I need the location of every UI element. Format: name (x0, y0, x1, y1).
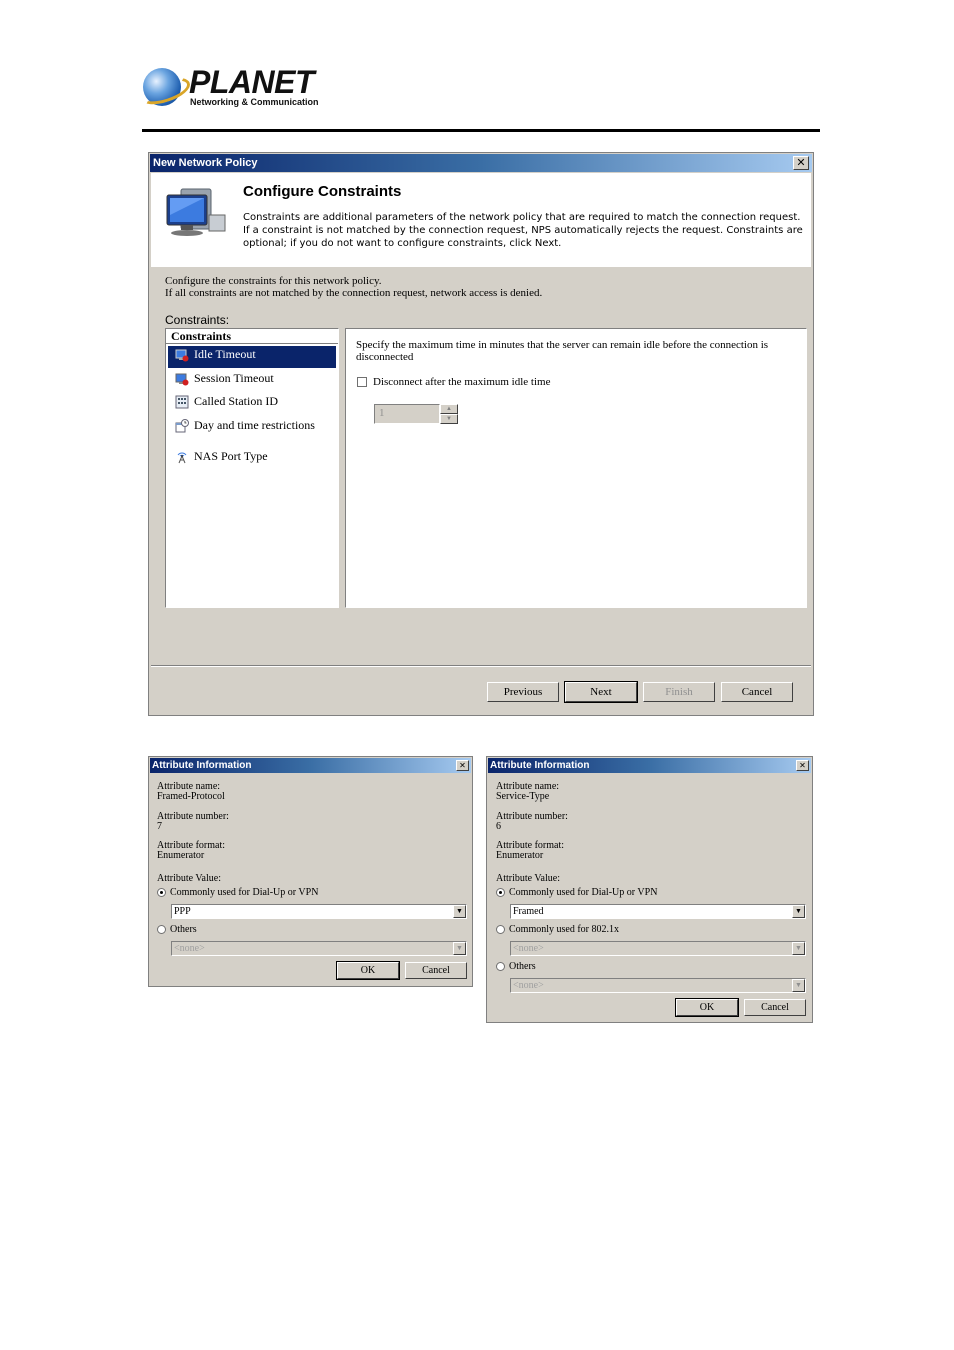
8021x-value-select[interactable]: <none> ▼ (510, 941, 806, 956)
constraint-item-session-timeout[interactable]: Session Timeout (168, 370, 336, 392)
chevron-down-icon[interactable]: ▼ (453, 942, 466, 955)
constraint-item-idle-timeout[interactable]: Idle Timeout (168, 346, 336, 368)
constraint-label: Called Station ID (194, 394, 278, 408)
disconnect-idle-label[interactable]: Disconnect after the maximum idle time (373, 376, 550, 388)
idle-timeout-icon (175, 349, 189, 362)
chevron-down-icon[interactable]: ▼ (792, 942, 805, 955)
radio-common-dialup-vpn-label[interactable]: Commonly used for Dial-Up or VPN (170, 888, 318, 898)
attribute-information-dialog-framed-protocol: Attribute Information ✕ Attribute name: … (148, 756, 473, 987)
next-button[interactable]: Next (564, 681, 638, 703)
attribute-number-value: 6 (496, 821, 501, 832)
antenna-icon (177, 452, 187, 464)
stepper-down-icon[interactable]: ▼ (440, 414, 458, 424)
stepper-up-icon[interactable]: ▲ (440, 404, 458, 414)
ok-button[interactable]: OK (336, 961, 400, 980)
attribute-number-value: 7 (157, 821, 162, 832)
constraint-item-called-station-id[interactable]: Called Station ID (168, 393, 336, 415)
constraint-description: Specify the maximum time in minutes that… (356, 339, 769, 363)
wizard-title: New Network Policy (153, 157, 258, 169)
attribute-format-value: Enumerator (157, 850, 205, 861)
constraints-list[interactable]: Constraints Idle Timeout Session Timeout… (165, 328, 339, 608)
brand-tagline: Networking & Communication (190, 97, 319, 107)
others-value-select[interactable]: <none> ▼ (171, 941, 467, 956)
constraints-list-header: Constraints (166, 329, 338, 344)
attr-dialog-titlebar[interactable]: Attribute Information ✕ (150, 758, 471, 773)
radio-common-dialup-vpn-label[interactable]: Commonly used for Dial-Up or VPN (509, 888, 657, 898)
constraint-settings-panel: Specify the maximum time in minutes that… (345, 328, 807, 608)
computer-monitor-icon (166, 188, 226, 236)
previous-button[interactable]: Previous (487, 682, 559, 702)
ok-button[interactable]: OK (675, 998, 739, 1017)
radio-others-label[interactable]: Others (170, 925, 197, 935)
radio-others[interactable] (157, 925, 166, 934)
page-title: Configure Constraints (243, 183, 402, 200)
radio-common-dialup-vpn[interactable] (496, 888, 505, 897)
new-network-policy-window: New Network Policy ✕ Configure Constrain… (148, 152, 814, 716)
8021x-value-selected: <none> (513, 943, 544, 954)
constraint-label: Session Timeout (194, 371, 274, 385)
finish-button[interactable]: Finish (643, 682, 715, 702)
attribute-value-label: Attribute Value: (496, 873, 560, 884)
common-value-selected: Framed (513, 906, 544, 917)
wizard-header: Configure Constraints Constraints are ad… (151, 173, 811, 267)
close-icon[interactable]: ✕ (793, 156, 809, 170)
attribute-number-label: Attribute number: (496, 811, 568, 822)
common-value-select[interactable]: Framed ▼ (510, 904, 806, 919)
attribute-number-label: Attribute number: (157, 811, 229, 822)
close-icon[interactable]: ✕ (456, 760, 469, 771)
footer-divider (151, 665, 811, 667)
attr-dialog-title: Attribute Information (490, 760, 590, 771)
constraint-label: Day and time restrictions (194, 418, 315, 432)
intro-line-1: Configure the constraints for this netwo… (165, 275, 382, 287)
attribute-information-dialog-service-type: Attribute Information ✕ Attribute name: … (486, 756, 813, 1023)
header-divider (142, 129, 820, 132)
wizard-titlebar[interactable]: New Network Policy ✕ (150, 154, 812, 172)
cancel-button[interactable]: Cancel (405, 962, 467, 979)
disconnect-idle-checkbox[interactable] (357, 377, 367, 387)
others-value-selected: <none> (174, 943, 205, 954)
attribute-value-label: Attribute Value: (157, 873, 221, 884)
attr-dialog-titlebar[interactable]: Attribute Information ✕ (488, 758, 811, 773)
chevron-down-icon[interactable]: ▼ (792, 979, 805, 992)
cancel-button[interactable]: Cancel (721, 682, 793, 702)
constraint-item-nas-port-type[interactable]: NAS Port Type (168, 448, 336, 470)
intro-line-2: If all constraints are not matched by th… (165, 287, 543, 299)
called-station-icon (175, 395, 189, 409)
constraint-label: Idle Timeout (194, 347, 256, 361)
constraint-label: NAS Port Type (194, 449, 268, 463)
constraints-label: Constraints: (165, 313, 230, 327)
session-timeout-icon (175, 373, 189, 386)
radio-others[interactable] (496, 962, 505, 971)
others-value-select[interactable]: <none> ▼ (510, 978, 806, 993)
common-value-select[interactable]: PPP ▼ (171, 904, 467, 919)
cancel-button[interactable]: Cancel (744, 999, 806, 1016)
radio-common-8021x[interactable] (496, 925, 505, 934)
planet-logo: PLANET Networking & Communication (136, 64, 319, 110)
attribute-name-value: Framed-Protocol (157, 791, 225, 802)
radio-common-dialup-vpn[interactable] (157, 888, 166, 897)
close-icon[interactable]: ✕ (796, 760, 809, 771)
common-value-selected: PPP (174, 906, 191, 917)
intro-text: Configure the constraints for this netwo… (165, 275, 542, 299)
stepper-buttons: ▲ ▼ (440, 404, 458, 424)
page-description: Constraints are additional parameters of… (243, 212, 803, 249)
radio-others-label[interactable]: Others (509, 962, 536, 972)
brand-name: PLANET (189, 64, 315, 100)
attribute-format-value: Enumerator (496, 850, 544, 861)
idle-time-stepper[interactable]: 1 ▲ ▼ (374, 404, 458, 424)
chevron-down-icon[interactable]: ▼ (792, 905, 805, 918)
idle-time-input[interactable]: 1 (374, 404, 440, 424)
chevron-down-icon[interactable]: ▼ (453, 905, 466, 918)
attr-dialog-title: Attribute Information (152, 760, 252, 771)
attribute-name-value: Service-Type (496, 791, 550, 802)
constraint-item-day-and-time[interactable]: Day and time restrictions (168, 417, 336, 447)
calendar-clock-icon (175, 419, 189, 433)
others-value-selected: <none> (513, 980, 544, 991)
radio-common-8021x-label[interactable]: Commonly used for 802.1x (509, 925, 619, 935)
